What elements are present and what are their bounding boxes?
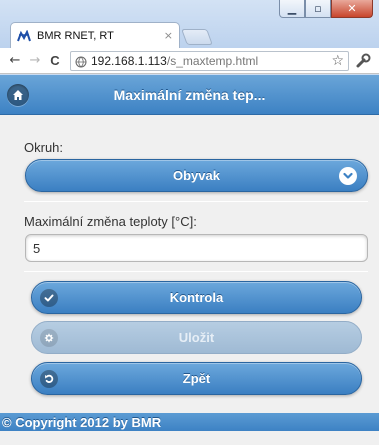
tab-title: BMR RNET, RT (37, 29, 114, 42)
page-info-icon[interactable] (75, 55, 87, 67)
url-path: /s_maxtemp.html (166, 53, 259, 68)
app-page: Maximální změna tep... Okruh: Obyvak Max… (0, 75, 379, 445)
url-text: 192.168.1.113/s_maxtemp.html (91, 54, 331, 68)
new-tab-button[interactable] (181, 29, 213, 45)
browser-tab[interactable]: BMR RNET, RT × (10, 22, 180, 48)
address-bar[interactable]: 192.168.1.113/s_maxtemp.html ☆ (70, 50, 349, 71)
home-button[interactable] (7, 84, 29, 106)
chevron-down-icon (339, 167, 357, 185)
reload-icon[interactable]: C (46, 52, 64, 70)
circuit-label: Okruh: (24, 140, 64, 155)
max-change-input[interactable] (25, 234, 368, 262)
circuit-selected-value: Obyvak (173, 168, 220, 183)
copyright-text: © Copyright 2012 by BMR (2, 414, 162, 430)
check-button[interactable]: Kontrola (31, 281, 362, 314)
browser-title-bar: ▁ ▫ ✕ BMR RNET, RT × (0, 0, 379, 48)
back-button[interactable]: Zpět (31, 362, 362, 395)
url-host: 192.168.1.113 (91, 53, 167, 68)
save-button-label: Uložit (178, 330, 215, 345)
browser-toolbar: ← → C 192.168.1.113/s_maxtemp.html ☆ (0, 48, 379, 74)
divider (24, 201, 368, 202)
gear-icon (40, 329, 58, 347)
bmr-favicon-icon (17, 29, 31, 43)
page-header: Maximální změna tep... (0, 75, 379, 115)
home-icon (13, 90, 23, 100)
back-button-label: Zpět (182, 371, 211, 386)
circuit-select[interactable]: Obyvak (25, 159, 368, 192)
divider (24, 271, 368, 272)
forward-arrow-icon[interactable]: → (26, 52, 44, 70)
back-icon (40, 370, 58, 388)
max-change-label: Maximální změna teploty [°C]: (24, 214, 197, 229)
minimize-button[interactable]: ▁ (279, 0, 305, 18)
check-button-label: Kontrola (169, 290, 224, 305)
maximize-button[interactable]: ▫ (305, 0, 331, 18)
bookmark-star-icon[interactable]: ☆ (331, 53, 344, 69)
wrench-menu-icon[interactable] (353, 52, 373, 70)
back-arrow-icon[interactable]: ← (6, 52, 24, 70)
tab-close-icon[interactable]: × (164, 29, 173, 42)
page-title: Maximální změna tep... (113, 86, 266, 103)
page-footer: © Copyright 2012 by BMR (0, 413, 379, 431)
close-window-button[interactable]: ✕ (331, 0, 373, 18)
window-controls: ▁ ▫ ✕ (279, 0, 373, 20)
check-icon (40, 289, 58, 307)
save-button[interactable]: Uložit (31, 321, 362, 354)
